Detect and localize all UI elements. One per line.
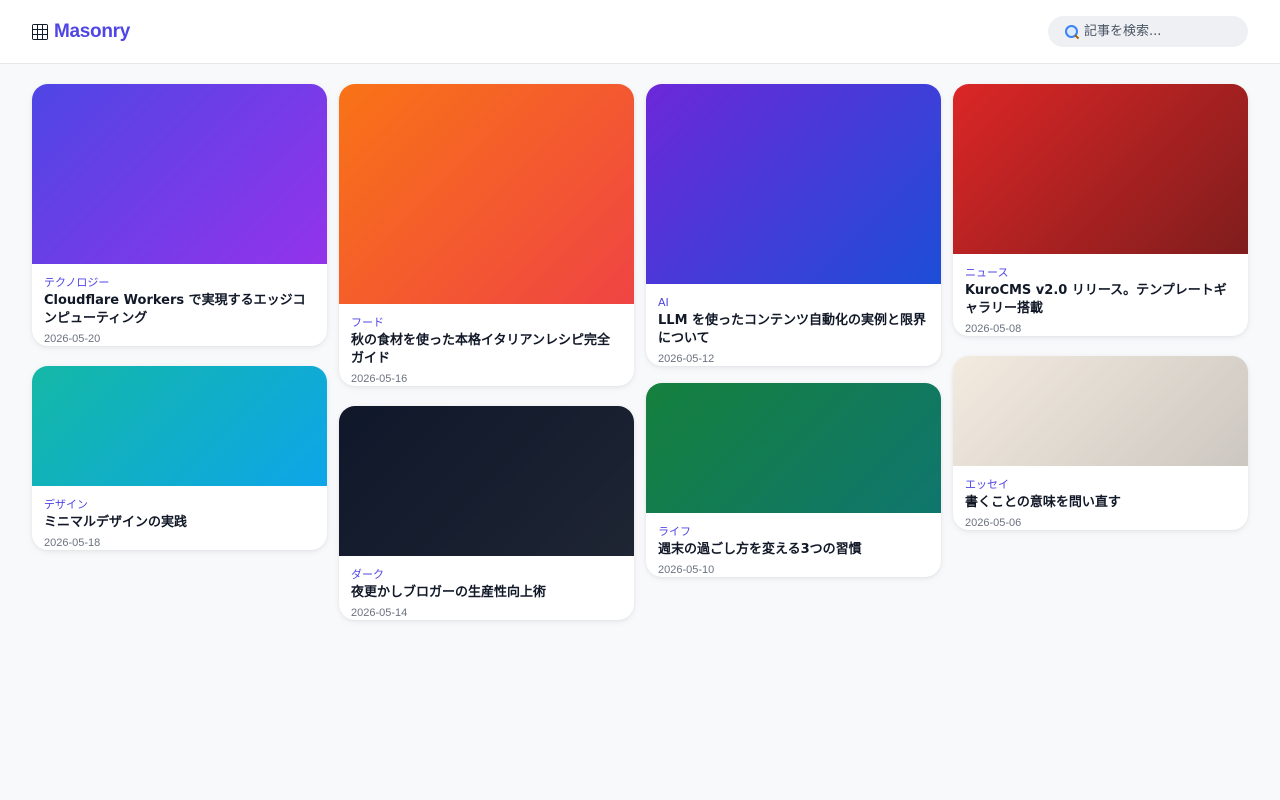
article-card[interactable]: ダーク 夜更かしブロガーの生産性向上術 2026-05-14: [339, 406, 634, 620]
card-date: 2026-05-14: [351, 607, 408, 619]
card-category[interactable]: テクノロジー: [44, 276, 315, 290]
card-date: 2026-05-08: [965, 323, 1022, 335]
card-category[interactable]: エッセイ: [965, 478, 1236, 492]
card-date: 2026-05-06: [965, 517, 1022, 529]
article-card[interactable]: ニュース KuroCMS v2.0 リリース。テンプレートギャラリー搭載 202…: [953, 84, 1248, 336]
card-thumbnail[interactable]: [953, 84, 1248, 254]
site-logo[interactable]: Masonry: [32, 19, 130, 45]
search-icon: [1064, 24, 1080, 40]
card-title[interactable]: Cloudflare Workers で実現するエッジコンピューティング: [44, 292, 315, 328]
article-card[interactable]: フード 秋の食材を使った本格イタリアンレシピ完全ガイド 2026-05-16: [339, 84, 634, 386]
article-card[interactable]: デザイン ミニマルデザインの実践 2026-05-18: [32, 366, 327, 550]
card-thumbnail[interactable]: [646, 383, 941, 513]
card-date: 2026-05-20: [44, 333, 101, 345]
grid-icon: [32, 24, 48, 40]
card-thumbnail[interactable]: [646, 84, 941, 284]
card-category[interactable]: AI: [658, 296, 929, 310]
card-thumbnail[interactable]: [339, 84, 634, 304]
card-thumbnail[interactable]: [32, 84, 327, 264]
card-title[interactable]: 秋の食材を使った本格イタリアンレシピ完全ガイド: [351, 332, 622, 368]
card-title[interactable]: 書くことの意味を問い直す: [965, 494, 1236, 512]
search-input[interactable]: [1084, 24, 1234, 39]
card-category[interactable]: ダーク: [351, 568, 622, 582]
card-date: 2026-05-10: [658, 564, 715, 576]
card-thumbnail[interactable]: [32, 366, 327, 486]
article-card[interactable]: ライフ 週末の過ごし方を変える3つの習慣 2026-05-10: [646, 383, 941, 577]
logo-text: Masonry: [54, 21, 131, 42]
card-title[interactable]: ミニマルデザインの実践: [44, 514, 315, 532]
article-card[interactable]: テクノロジー Cloudflare Workers で実現するエッジコンピューテ…: [32, 84, 327, 346]
article-card[interactable]: AI LLM を使ったコンテンツ自動化の実例と限界について 2026-05-12: [646, 84, 941, 366]
card-title[interactable]: 夜更かしブロガーの生産性向上術: [351, 584, 622, 602]
card-date: 2026-05-12: [658, 353, 715, 365]
article-card[interactable]: エッセイ 書くことの意味を問い直す 2026-05-06: [953, 356, 1248, 530]
card-thumbnail[interactable]: [339, 406, 634, 556]
search-box[interactable]: [1048, 16, 1248, 47]
card-title[interactable]: LLM を使ったコンテンツ自動化の実例と限界について: [658, 312, 929, 348]
card-category[interactable]: ニュース: [965, 266, 1236, 280]
card-title[interactable]: KuroCMS v2.0 リリース。テンプレートギャラリー搭載: [965, 282, 1236, 318]
card-category[interactable]: ライフ: [658, 525, 929, 539]
card-thumbnail[interactable]: [953, 356, 1248, 466]
card-date: 2026-05-18: [44, 537, 101, 549]
card-title[interactable]: 週末の過ごし方を変える3つの習慣: [658, 541, 929, 559]
top-header: Masonry: [0, 0, 1280, 64]
card-category[interactable]: フード: [351, 316, 622, 330]
card-date: 2026-05-16: [351, 373, 408, 385]
card-category[interactable]: デザイン: [44, 498, 315, 512]
